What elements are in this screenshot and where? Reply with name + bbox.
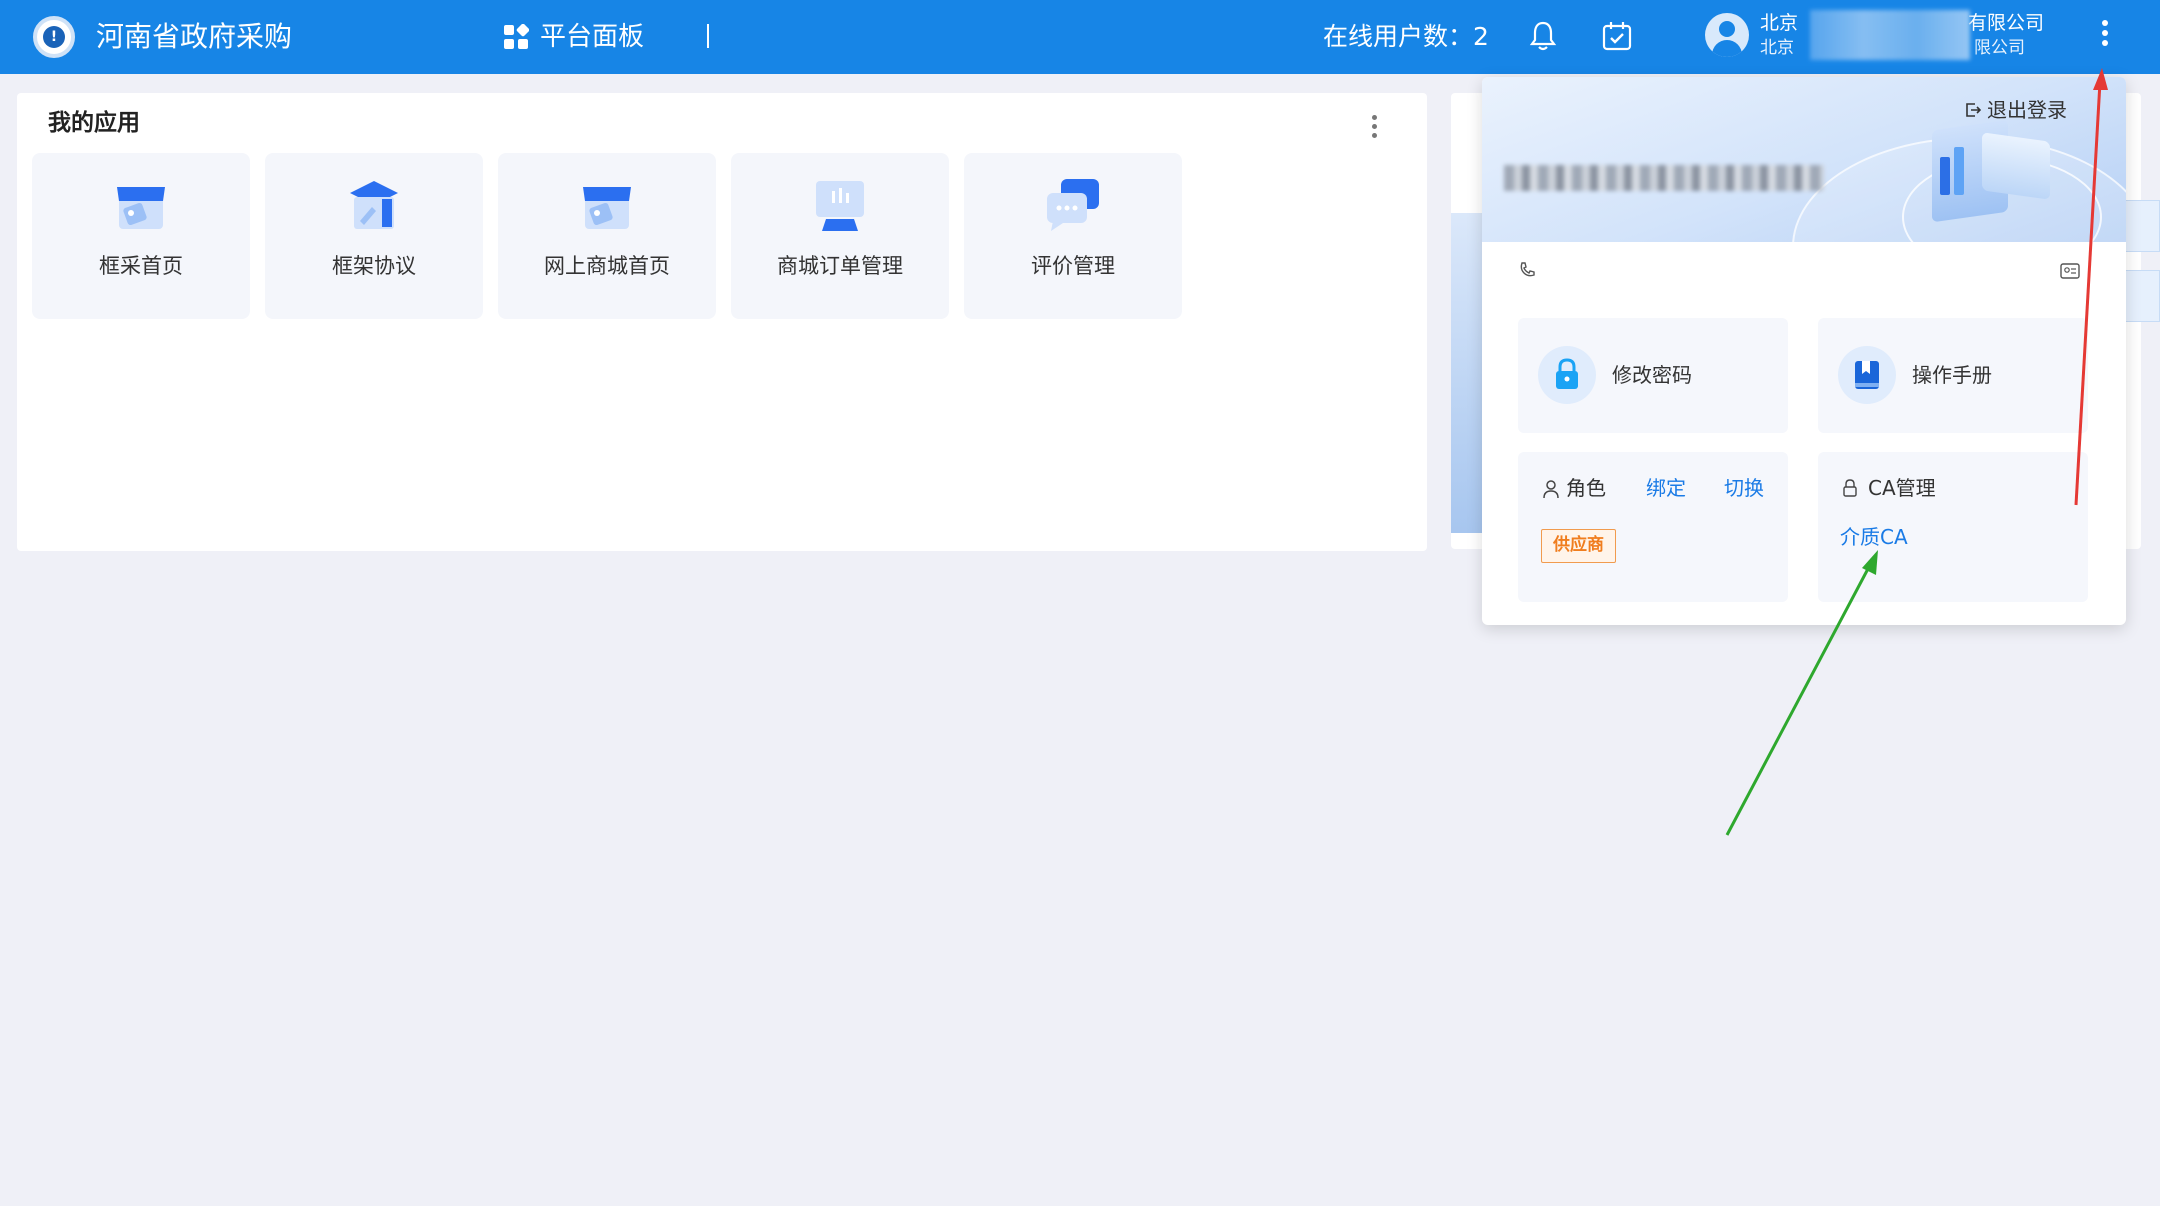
store-icon (117, 187, 165, 229)
role-section: 角色 绑定 切换 供应商 (1518, 452, 1788, 602)
online-users: 在线用户数：2 (1323, 19, 1489, 55)
dashboard-icon[interactable] (503, 24, 529, 50)
app-tile-framework-home[interactable]: 框采首页 (32, 153, 250, 319)
ca-section: CA管理 介质CA (1818, 452, 2088, 602)
app-tile-framework-agreement[interactable]: 框架协议 (265, 153, 483, 319)
switch-link[interactable]: 切换 (1724, 473, 1764, 503)
book-icon-wrap (1838, 346, 1896, 404)
tile-label: 商城订单管理 (777, 254, 903, 278)
app-tile-evaluation[interactable]: 评价管理 (964, 153, 1182, 319)
logout-icon (1966, 103, 1981, 117)
redacted-name (1810, 10, 1970, 60)
lock-icon-wrap (1538, 346, 1596, 404)
logout-label: 退出登录 (1987, 98, 2067, 122)
card-title: 我的应用 (48, 110, 140, 136)
redacted-user-name (1504, 165, 1824, 191)
book-icon (1855, 361, 1879, 389)
change-password-button[interactable]: 修改密码 (1518, 318, 1788, 433)
user-company-sub-prefix: 北京 (1760, 38, 1794, 58)
task-calendar-icon[interactable] (1601, 20, 1633, 52)
agreement-icon (350, 181, 398, 229)
avatar[interactable] (1705, 13, 1749, 57)
media-ca-link[interactable]: 介质CA (1840, 522, 1908, 552)
monitor-icon (816, 181, 864, 231)
tile-label: 网上商城首页 (544, 254, 670, 278)
ca-label: CA管理 (1868, 476, 1936, 500)
manual-button[interactable]: 操作手册 (1818, 318, 2088, 433)
user-icon (1543, 480, 1559, 499)
app-tile-mall-orders[interactable]: 商城订单管理 (731, 153, 949, 319)
card-more-icon[interactable] (1369, 113, 1379, 143)
online-users-label: 在线用户数： (1323, 22, 1474, 51)
bell-icon[interactable] (1528, 20, 1558, 52)
tile-label: 框采首页 (99, 254, 183, 278)
user-company-suffix: 有限公司 (1968, 12, 2045, 34)
tile-label: 评价管理 (1031, 254, 1115, 278)
app-title: 河南省政府采购 (96, 20, 293, 53)
id-card-icon (2060, 263, 2080, 279)
logout-button[interactable]: 退出登录 (1966, 96, 2067, 124)
user-company-sub-suffix: 限公司 (1974, 38, 2025, 58)
app-tile-online-mall[interactable]: 网上商城首页 (498, 153, 716, 319)
dashboard-menu[interactable]: 平台面板 (540, 19, 644, 55)
lock-small-icon (1843, 479, 1857, 497)
panel-banner: 退出登录 (1482, 77, 2126, 357)
tile-label: 框架协议 (332, 254, 416, 278)
user-company-prefix: 北京 (1760, 12, 1799, 34)
bind-link[interactable]: 绑定 (1646, 473, 1686, 503)
user-dropdown-panel: 退出登录 修改密码 操作手册 角色 绑定 切换 供应商 CA管理 介质CA (1482, 77, 2126, 625)
online-users-count: 2 (1473, 22, 1489, 51)
top-bar: ! 河南省政府采购 平台面板 在线用户数：2 北京 有限公司 北京 限公司 (0, 0, 2160, 74)
my-apps-card: 我的应用 框采首页 框架协议 网上商城首页 商城订单管理 评价管理 (17, 93, 1427, 551)
role-label: 角色 (1566, 476, 1606, 500)
change-password-label: 修改密码 (1612, 363, 1692, 387)
more-menu-button[interactable] (2090, 17, 2120, 57)
phone-icon (1520, 262, 1535, 277)
role-tag: 供应商 (1541, 529, 1616, 563)
gov-logo: ! (33, 16, 75, 58)
manual-label: 操作手册 (1912, 363, 1992, 387)
divider (707, 24, 709, 48)
lock-icon (1556, 358, 1578, 389)
store-icon (583, 187, 631, 229)
chat-icon (1047, 179, 1099, 231)
